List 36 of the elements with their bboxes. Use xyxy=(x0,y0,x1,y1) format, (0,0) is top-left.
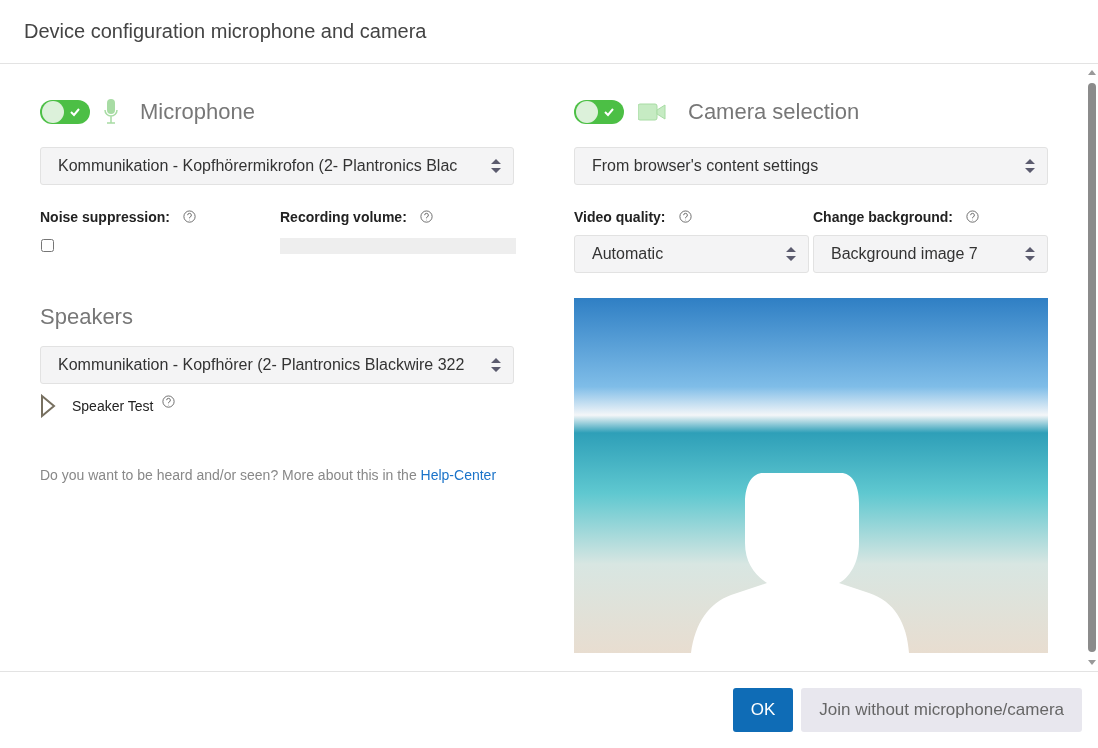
toggle-switch[interactable] xyxy=(40,100,90,124)
speaker-test-label: Speaker Test xyxy=(72,398,154,414)
sort-caret-icon xyxy=(491,159,501,173)
dialog-title: Device configuration microphone and camera xyxy=(24,20,427,43)
microphone-select[interactable]: Kommunikation - Kopfhörermikrofon (2- Plantronics Blac xyxy=(40,147,514,185)
join-without-devices-button[interactable]: Join without microphone/camera xyxy=(801,688,1082,732)
help-icon[interactable] xyxy=(181,210,197,225)
help-center-link[interactable]: Help-Center xyxy=(420,467,497,483)
background-select[interactable]: Background image 7 xyxy=(813,235,1048,273)
field-label: Change background: xyxy=(813,209,953,225)
sort-caret-icon xyxy=(1025,159,1035,173)
play-icon[interactable] xyxy=(40,394,56,418)
section-heading: Speakers xyxy=(40,304,134,330)
section-heading: Camera selection xyxy=(688,99,860,125)
scroll-up-icon[interactable] xyxy=(1088,70,1096,75)
help-icon[interactable] xyxy=(965,210,980,225)
field-label: Recording volume: xyxy=(280,209,407,225)
section-heading: Microphone xyxy=(140,99,255,125)
sort-caret-icon xyxy=(491,358,501,372)
help-icon[interactable] xyxy=(418,210,434,225)
noise-suppression-checkbox[interactable] xyxy=(41,239,54,252)
microphone-icon xyxy=(104,99,118,125)
help-icon[interactable] xyxy=(161,395,177,410)
sort-caret-icon xyxy=(786,247,796,261)
video-camera-icon xyxy=(638,103,666,121)
camera-select[interactable]: From browser's content settings xyxy=(574,147,1048,185)
scroll-down-icon[interactable] xyxy=(1088,660,1096,665)
ok-button[interactable]: OK xyxy=(732,688,794,732)
video-quality-select[interactable]: Automatic xyxy=(574,235,809,273)
sort-caret-icon xyxy=(1025,247,1035,261)
toggle-switch[interactable] xyxy=(574,100,624,124)
field-label: Noise suppression: xyxy=(40,209,170,225)
speaker-select[interactable]: Kommunikation - Kopfhörer (2- Plantronics Blackwire 322 xyxy=(40,346,514,384)
help-icon[interactable] xyxy=(677,210,693,225)
field-label: Video quality: xyxy=(574,209,666,225)
help-text: Do you want to be heard and/or seen? More about this in the Help-Center xyxy=(40,466,498,485)
